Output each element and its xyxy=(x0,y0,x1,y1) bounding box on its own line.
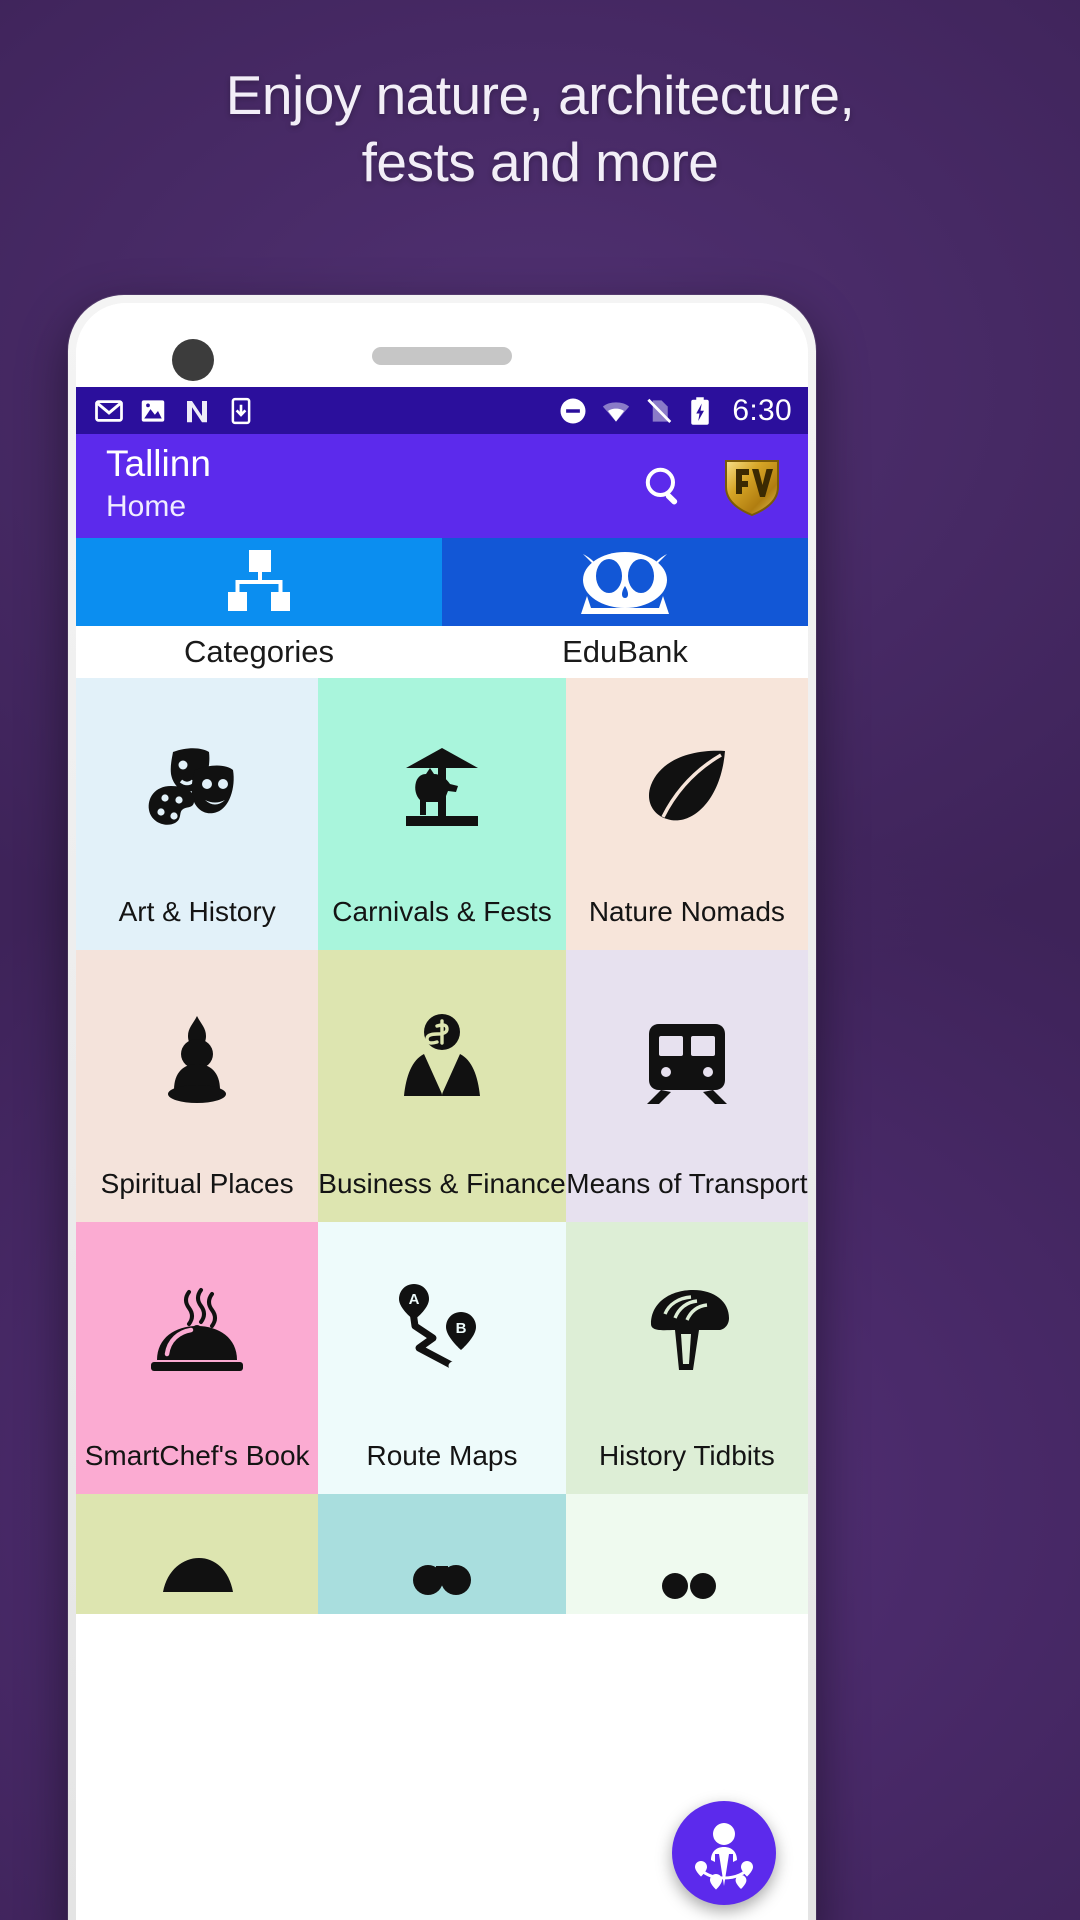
wifi-icon xyxy=(603,401,630,422)
carousel-icon xyxy=(318,678,565,897)
category-label: Business & Finance xyxy=(318,1168,566,1200)
phone-bezel-top xyxy=(76,303,808,387)
category-tile-history-tidbits[interactable]: History Tidbits xyxy=(565,1222,808,1494)
page-subtitle: Home xyxy=(106,490,187,524)
category-tile-means-of-transport[interactable]: Means of Transport xyxy=(565,950,808,1222)
category-label: SmartChef's Book xyxy=(84,1440,310,1472)
category-tile-spiritual-places[interactable]: Spiritual Places xyxy=(76,950,319,1222)
no-sim-icon xyxy=(647,398,672,423)
sitemap-icon xyxy=(228,550,290,611)
category-tile-route-maps[interactable]: A B Route Maps xyxy=(318,1222,566,1494)
page-title: Tallinn xyxy=(106,443,211,485)
app-logo-icon[interactable] xyxy=(722,455,782,517)
front-camera xyxy=(172,339,214,381)
food-cloche-icon xyxy=(76,1222,318,1441)
tour-guide-fab[interactable] xyxy=(672,1801,776,1905)
category-grid: Art & History Carnivals & Fests Nature N… xyxy=(76,678,808,1614)
search-icon[interactable] xyxy=(640,462,688,510)
category-tile-nature-nomads[interactable]: Nature Nomads xyxy=(565,678,808,950)
category-tile-partial-3[interactable] xyxy=(565,1494,808,1614)
app-bar-titles: Tallinn Home xyxy=(106,444,211,527)
svg-text:A: A xyxy=(409,1291,420,1308)
category-tile-art-history[interactable]: Art & History xyxy=(76,678,319,950)
category-label: History Tidbits xyxy=(598,1440,775,1472)
spartan-helmet-icon xyxy=(566,1222,808,1441)
tab-label-edubank[interactable]: EduBank xyxy=(442,626,808,678)
tab-label-categories[interactable]: Categories xyxy=(76,626,442,678)
owl-icon xyxy=(581,552,669,614)
tab-bar xyxy=(76,538,808,626)
buddha-icon xyxy=(76,950,318,1169)
train-icon xyxy=(566,950,808,1169)
route-a-b-icon: A B xyxy=(318,1222,565,1441)
partial-icon xyxy=(76,1494,318,1614)
partial-icon xyxy=(566,1494,808,1614)
nova-launcher-icon xyxy=(187,400,207,422)
promo-headline: Enjoy nature, architecture, fests and mo… xyxy=(0,62,1080,196)
status-bar-clock: 6:30 xyxy=(732,393,792,427)
status-bar-right-icons: 6:30 xyxy=(558,394,792,428)
category-tile-smartchefs-book[interactable]: SmartChef's Book xyxy=(76,1222,319,1494)
tab-labels: Categories EduBank xyxy=(76,626,808,678)
download-icon xyxy=(231,397,251,424)
category-label: Carnivals & Fests xyxy=(332,896,552,928)
photos-icon xyxy=(141,399,165,422)
theater-masks-palette-icon xyxy=(76,678,318,897)
category-label: Nature Nomads xyxy=(588,896,785,928)
tab-categories[interactable] xyxy=(76,538,442,626)
partial-icon xyxy=(318,1494,565,1614)
phone-mockup: 6:30 Tallinn Home Categories EduBank Art… xyxy=(68,295,816,1920)
status-bar: 6:30 xyxy=(76,387,808,434)
phone-screen: 6:30 Tallinn Home Categories EduBank Art… xyxy=(76,303,808,1920)
category-tile-partial-1[interactable] xyxy=(76,1494,319,1614)
svg-text:B: B xyxy=(456,1320,467,1337)
status-bar-left-icons xyxy=(94,396,256,426)
category-tile-carnivals-fests[interactable]: Carnivals & Fests xyxy=(318,678,566,950)
gmail-icon xyxy=(95,399,123,422)
battery-charging-icon xyxy=(691,396,710,425)
category-tile-partial-2[interactable] xyxy=(318,1494,566,1614)
tab-edubank[interactable] xyxy=(442,538,808,626)
category-label: Art & History xyxy=(118,896,276,928)
businessman-dollar-icon xyxy=(318,950,565,1169)
tour-guide-icon xyxy=(695,1823,753,1890)
do-not-disturb-icon xyxy=(560,398,586,423)
category-tile-business-finance[interactable]: Business & Finance xyxy=(318,950,566,1222)
category-label: Route Maps xyxy=(366,1440,518,1472)
app-bar: Tallinn Home xyxy=(76,434,808,538)
earpiece-speaker xyxy=(372,347,512,365)
app-bar-actions xyxy=(640,455,782,517)
headline-line-2: fests and more xyxy=(361,131,719,194)
leaf-icon xyxy=(566,678,808,897)
category-label: Spiritual Places xyxy=(100,1168,294,1200)
headline-line-1: Enjoy nature, architecture, xyxy=(225,64,855,126)
category-label: Means of Transport xyxy=(566,1168,808,1200)
